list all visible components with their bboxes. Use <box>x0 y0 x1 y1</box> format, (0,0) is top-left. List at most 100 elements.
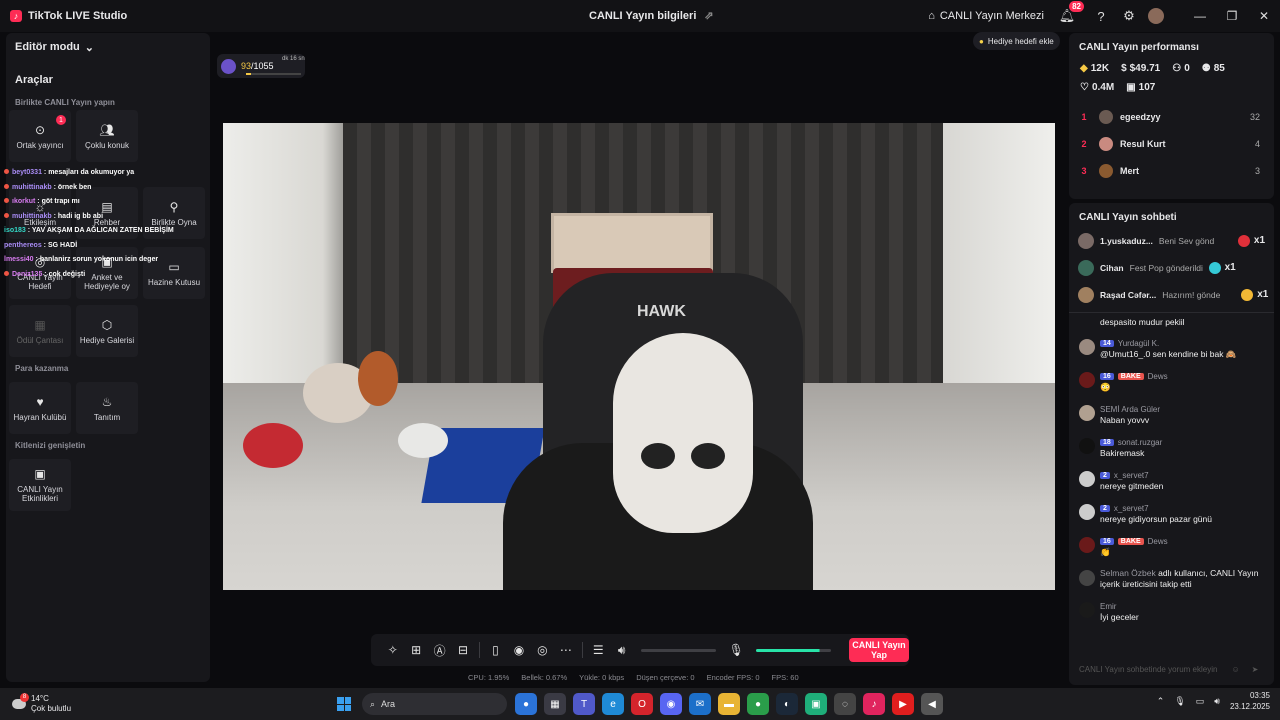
speaker-volume-slider[interactable] <box>641 648 717 652</box>
emoji-icon[interactable]: ☺ <box>1231 665 1239 674</box>
co-host-tool[interactable]: ⊙ Ortak yayıncı 1 <box>9 110 71 162</box>
tiktok-icon[interactable]: ♪ <box>863 693 885 715</box>
mic-volume-slider[interactable] <box>755 648 831 652</box>
gifts-value: 107 <box>1138 82 1156 93</box>
chrome-2-icon[interactable]: ● <box>747 693 769 715</box>
speaker-icon[interactable]: 🔊︎ <box>610 643 633 658</box>
gift-count: x1 <box>1224 262 1236 273</box>
follow-icon <box>1079 570 1095 586</box>
store-icon[interactable]: ▦ <box>544 693 566 715</box>
avatar <box>1099 109 1113 124</box>
ranking-row[interactable]: 1 egeedzyy 32 <box>1069 103 1274 130</box>
clock[interactable]: 03:35 23.12.2025 <box>1230 690 1270 712</box>
minimize-icon[interactable]: — <box>1184 9 1216 23</box>
rank-score: 3 <box>1254 165 1260 176</box>
avatar <box>1079 471 1095 487</box>
users-icon: ⚇ <box>1172 63 1182 74</box>
ranking-row[interactable]: 2 Resul Kurt 4 <box>1069 130 1274 157</box>
opera-icon[interactable]: O <box>631 693 653 715</box>
promote-tool[interactable]: ♨ Tanıtım <box>76 382 138 434</box>
folder-icon[interactable]: ▬ <box>718 693 740 715</box>
dropped-frames-stat: Düşen çerçeve: 0 <box>636 673 695 682</box>
microphone-icon[interactable]: 🎙︎ <box>724 643 747 657</box>
profile-avatar[interactable] <box>1148 8 1164 24</box>
mic-tray-icon[interactable]: 🎙︎ <box>1174 696 1185 707</box>
overlay-user: muhittinakb <box>12 183 52 191</box>
taskbar-search[interactable]: ⌕ Ara <box>362 693 507 715</box>
avatar <box>1079 504 1095 520</box>
youtube-icon[interactable]: ▶ <box>892 693 914 715</box>
overlay-user: penthereos <box>4 241 42 249</box>
add-gift-goal-button[interactable]: ● Hediye hedefi ekle <box>973 32 1060 50</box>
windows-start-icon[interactable] <box>337 697 351 711</box>
camera-icon[interactable]: ◎ <box>531 643 554 657</box>
chat-text: 😳 <box>1100 382 1111 392</box>
discord-icon[interactable]: ◉ <box>660 693 682 715</box>
mail-icon[interactable]: ✉ <box>689 693 711 715</box>
add-source-icon[interactable]: ⊞ <box>404 643 427 657</box>
help-icon[interactable]: ? <box>1092 7 1110 25</box>
chat-user: Dews <box>1147 536 1168 546</box>
edge-icon[interactable]: e <box>602 693 624 715</box>
teams-icon[interactable]: T <box>573 693 595 715</box>
avatar <box>1079 405 1095 421</box>
chat-input[interactable]: CANLI Yayın sohbetinde yorum ekleyin ☺ ➤ <box>1069 653 1274 685</box>
live-center-button[interactable]: ⌂ CANLI Yayın Merkezi <box>928 10 1044 22</box>
fan-club-tool[interactable]: ♥ Hayran Kulübü <box>9 382 71 434</box>
share-icon[interactable]: ⇗ <box>704 9 713 22</box>
notification-bell-icon[interactable]: 🔔︎ 82 <box>1058 1 1084 25</box>
add-gift-goal-label: Hediye hedefi ekle <box>987 36 1054 46</box>
level-badge: 16 <box>1100 372 1114 380</box>
gift-user: Cihan <box>1100 262 1124 273</box>
weather-badge: 8 <box>20 693 29 702</box>
weather-widget[interactable]: 8 14°C Çok bulutlu <box>12 693 71 714</box>
more-icon[interactable]: ⋯ <box>554 643 577 657</box>
maximize-icon[interactable]: ❐ <box>1216 9 1248 23</box>
magic-wand-icon[interactable]: ✧ <box>381 643 404 657</box>
layout-icon[interactable]: ⊟ <box>451 643 474 657</box>
live-events-tool[interactable]: ▣ CANLI Yayın Etkinlikleri <box>9 459 71 511</box>
video-preview: HAWK <box>223 123 1055 590</box>
tool-label: Tanıtım <box>93 412 121 422</box>
flame-icon: ♨ <box>101 394 113 409</box>
tool-label: Çoklu konuk <box>84 140 130 150</box>
live-chat-panel: CANLI Yayın sohbeti 1.yuskaduz... Beni Se… <box>1069 203 1274 685</box>
settings-gear-icon[interactable]: ⚙ <box>1120 7 1138 25</box>
overlay-chat-line: Deniz135 : çok değişti <box>4 268 214 283</box>
earnings-value: $49.71 <box>1129 63 1161 74</box>
steam-icon[interactable]: ◐ <box>776 693 798 715</box>
media-icon[interactable]: ◀ <box>921 693 943 715</box>
stream-toolbar: ✧ ⊞ Ⓐ ⊟ ▯ ◉ ◎ ⋯ ☰ 🔊︎ 🎙︎ CANLI Yayın Yap <box>371 634 909 666</box>
live-info-title[interactable]: CANLI Yayın bilgileri ⇗ <box>589 9 714 23</box>
ai-icon[interactable]: Ⓐ <box>428 642 451 659</box>
goal-widget[interactable]: 93/1055 dk 16 sn <box>217 54 305 78</box>
chat-text: Naban yovvv <box>1100 415 1150 425</box>
gift-gallery-tool[interactable]: ⬡ Hediye Galerisi <box>76 305 138 357</box>
fps-stat: FPS: 60 <box>771 673 799 682</box>
tools-title: Araçlar <box>15 74 53 86</box>
editor-mode-dropdown[interactable]: Editör modu ⌄ <box>15 41 210 54</box>
volume-icon[interactable]: 🔊︎ <box>1214 696 1220 707</box>
send-icon[interactable]: ➤ <box>1252 665 1259 674</box>
chat-user: x_servet7 <box>1113 470 1149 480</box>
phone-icon[interactable]: ▯ <box>484 643 507 657</box>
record-icon[interactable]: ◉ <box>507 643 530 657</box>
app-icon[interactable]: ◌ <box>834 693 856 715</box>
multi-guest-tool[interactable]: 👥︎ Çoklu konuk <box>76 110 138 162</box>
temperature: 14°C <box>31 694 49 703</box>
reward-bag-tool[interactable]: ▦ Ödül Çantası <box>9 305 71 357</box>
gift-icon <box>1208 261 1221 274</box>
go-live-button[interactable]: CANLI Yayın Yap <box>848 638 909 662</box>
overlay-user: muhittinakb <box>12 212 52 220</box>
upload-stat: Yükle: 0 kbps <box>579 673 625 682</box>
avatar <box>1079 339 1095 355</box>
display-icon[interactable]: ▭ <box>1196 696 1205 707</box>
audio-mixer-icon[interactable]: ☰ <box>587 643 610 657</box>
gift-row: 1.yuskaduz... Beni Sev gönd x1 <box>1069 227 1274 254</box>
chrome-icon[interactable]: ● <box>515 693 537 715</box>
live-studio-icon[interactable]: ▣ <box>805 693 827 715</box>
performance-panel: CANLI Yayın performansı ◆ 12K $ $49.71 ⚇ 0 … <box>1069 33 1274 199</box>
chevron-up-icon[interactable]: ⌃ <box>1157 696 1165 707</box>
ranking-row[interactable]: 3 Mert 3 <box>1069 157 1274 184</box>
close-icon[interactable]: ✕ <box>1248 9 1280 23</box>
